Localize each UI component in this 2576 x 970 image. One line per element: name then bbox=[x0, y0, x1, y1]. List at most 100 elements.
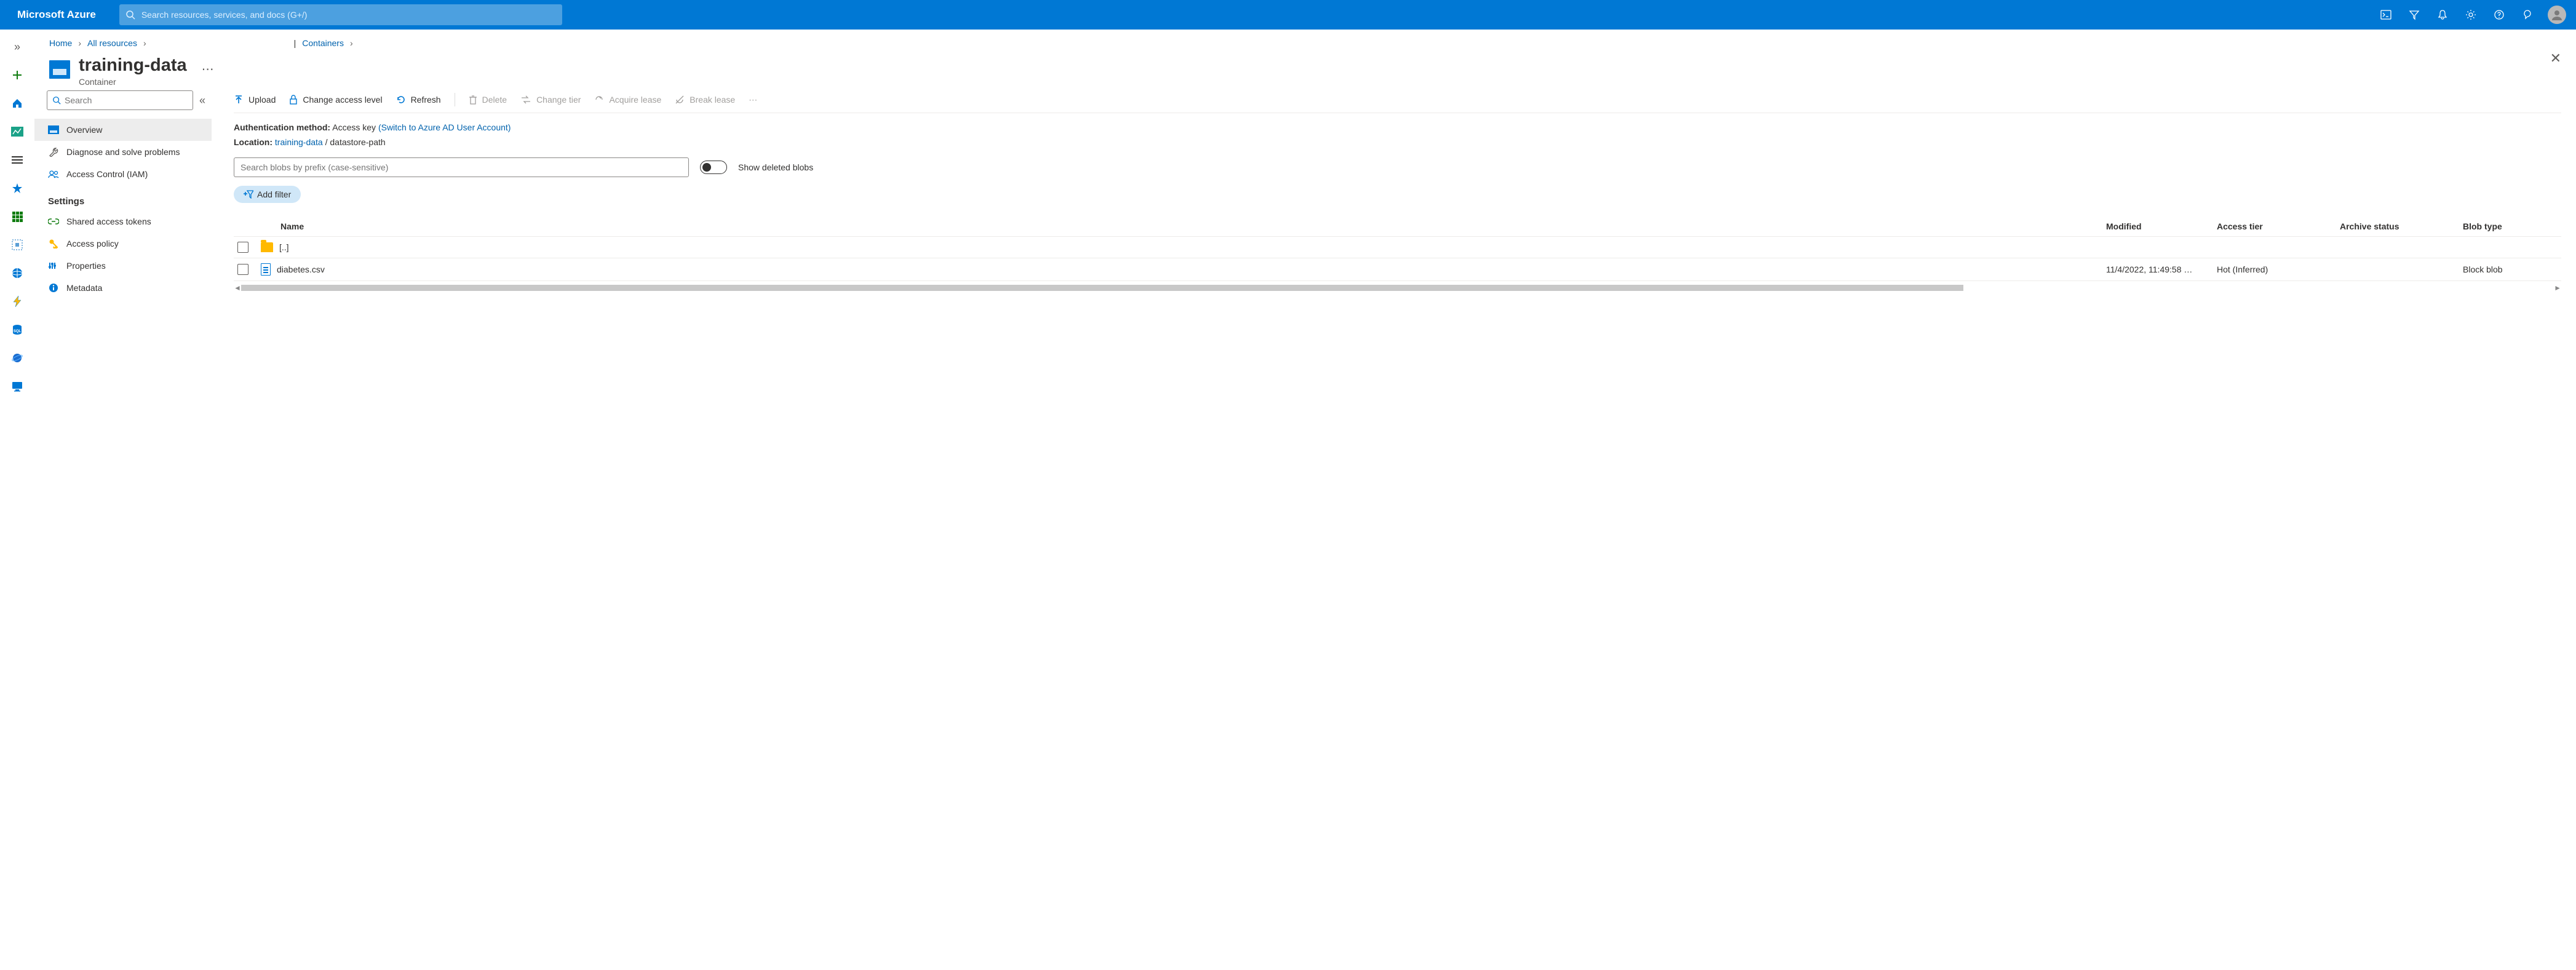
blob-search[interactable] bbox=[234, 157, 689, 177]
create-resource-icon[interactable] bbox=[7, 65, 27, 85]
sql-databases-icon[interactable]: SQL bbox=[7, 320, 27, 340]
link-icon bbox=[48, 216, 59, 227]
container-icon bbox=[49, 60, 70, 79]
global-search-input[interactable] bbox=[141, 10, 556, 20]
more-actions[interactable]: ⋯ bbox=[202, 62, 215, 77]
refresh-icon bbox=[396, 95, 406, 105]
global-search-wrap bbox=[119, 4, 562, 25]
home-icon[interactable] bbox=[7, 93, 27, 113]
filter-icon[interactable] bbox=[2400, 0, 2428, 30]
show-deleted-toggle[interactable] bbox=[700, 161, 727, 174]
auth-method-value: Access key bbox=[332, 122, 376, 132]
lock-icon bbox=[289, 95, 298, 105]
breadcrumb-home[interactable]: Home bbox=[49, 38, 72, 48]
virtual-machines-icon[interactable] bbox=[7, 376, 27, 396]
col-blob-type[interactable]: Blob type bbox=[2463, 221, 2561, 231]
collapse-sidebar[interactable]: « bbox=[193, 94, 212, 107]
sidebar-item-label: Access Control (IAM) bbox=[66, 169, 148, 179]
global-search[interactable] bbox=[119, 4, 562, 25]
sidebar-search[interactable] bbox=[47, 90, 193, 110]
tier-icon bbox=[520, 95, 531, 104]
sidebar-item-label: Overview bbox=[66, 125, 102, 135]
sidebar-item-diagnose[interactable]: Diagnose and solve problems bbox=[34, 141, 212, 163]
function-apps-icon[interactable] bbox=[7, 292, 27, 311]
info-icon bbox=[48, 282, 59, 293]
switch-auth-link[interactable]: (Switch to Azure AD User Account) bbox=[378, 122, 511, 132]
brand[interactable]: Microsoft Azure bbox=[6, 9, 107, 21]
scroll-thumb[interactable] bbox=[241, 285, 1963, 291]
row-modified: 11/4/2022, 11:49:58 … bbox=[2106, 264, 2217, 274]
row-checkbox[interactable] bbox=[237, 264, 248, 275]
change-access-button[interactable]: Change access level bbox=[289, 95, 382, 105]
blob-search-input[interactable] bbox=[241, 158, 682, 177]
breadcrumb-containers[interactable]: Containers bbox=[302, 38, 344, 48]
command-bar: Upload Change access level Refresh Delet… bbox=[234, 90, 2561, 113]
horizontal-scrollbar[interactable]: ◄ ► bbox=[234, 285, 2561, 291]
row-checkbox[interactable] bbox=[237, 242, 248, 253]
favorites-icon[interactable] bbox=[7, 178, 27, 198]
avatar[interactable] bbox=[2548, 6, 2566, 24]
sidebar-search-input[interactable] bbox=[65, 95, 188, 105]
expand-rail[interactable]: » bbox=[7, 37, 27, 57]
more-toolbar[interactable]: ⋯ bbox=[749, 95, 758, 105]
acquire-lease-button: Acquire lease bbox=[594, 95, 661, 105]
upload-button[interactable]: Upload bbox=[234, 95, 276, 105]
breadcrumb-all-resources[interactable]: All resources bbox=[87, 38, 137, 48]
row-access-tier: Hot (Inferred) bbox=[2217, 264, 2340, 274]
user-icon bbox=[2550, 8, 2564, 22]
break-lease-label: Break lease bbox=[690, 95, 735, 105]
sidebar-item-label: Properties bbox=[66, 261, 106, 271]
key-icon bbox=[48, 238, 59, 249]
delete-label: Delete bbox=[482, 95, 507, 105]
content: Upload Change access level Refresh Delet… bbox=[219, 90, 2576, 970]
resource-groups-icon[interactable] bbox=[7, 235, 27, 255]
all-resources-icon[interactable] bbox=[7, 207, 27, 226]
row-name[interactable]: diabetes.csv bbox=[277, 264, 325, 274]
refresh-button[interactable]: Refresh bbox=[396, 95, 441, 105]
sidebar-item-shared-tokens[interactable]: Shared access tokens bbox=[34, 210, 212, 233]
change-tier-label: Change tier bbox=[536, 95, 581, 105]
filter-plus-icon bbox=[244, 190, 253, 199]
settings-icon[interactable] bbox=[2457, 0, 2485, 30]
wrench-icon bbox=[48, 146, 59, 157]
upload-icon bbox=[234, 95, 244, 105]
col-modified[interactable]: Modified bbox=[2106, 221, 2217, 231]
col-archive-status[interactable]: Archive status bbox=[2340, 221, 2463, 231]
search-icon bbox=[52, 96, 61, 105]
close-blade[interactable]: ✕ bbox=[2550, 50, 2561, 66]
delete-button: Delete bbox=[469, 95, 507, 105]
col-name[interactable]: Name bbox=[258, 221, 2106, 231]
chevron-right-icon: › bbox=[78, 38, 81, 48]
cloud-shell-icon[interactable] bbox=[2372, 0, 2400, 30]
location-path: datastore-path bbox=[330, 137, 385, 147]
all-services-icon[interactable] bbox=[7, 150, 27, 170]
scroll-right-icon[interactable]: ► bbox=[2554, 284, 2561, 292]
refresh-label: Refresh bbox=[411, 95, 441, 105]
cosmos-db-icon[interactable] bbox=[7, 348, 27, 368]
dashboard-icon[interactable] bbox=[7, 122, 27, 141]
blob-table: Name Modified Access tier Archive status… bbox=[234, 217, 2561, 291]
help-icon[interactable] bbox=[2485, 0, 2513, 30]
app-services-icon[interactable] bbox=[7, 263, 27, 283]
notifications-icon[interactable] bbox=[2428, 0, 2457, 30]
sidebar-item-overview[interactable]: Overview bbox=[34, 119, 212, 141]
blob-meta: Authentication method: Access key (Switc… bbox=[234, 113, 2561, 154]
sidebar-item-properties[interactable]: Properties bbox=[34, 255, 212, 277]
people-icon bbox=[48, 169, 59, 180]
add-filter-button[interactable]: Add filter bbox=[234, 186, 301, 203]
properties-icon bbox=[48, 260, 59, 271]
sidebar-item-iam[interactable]: Access Control (IAM) bbox=[34, 163, 212, 185]
row-name[interactable]: [..] bbox=[279, 242, 289, 252]
sidebar-item-access-policy[interactable]: Access policy bbox=[34, 233, 212, 255]
file-icon bbox=[261, 263, 271, 276]
col-access-tier[interactable]: Access tier bbox=[2217, 221, 2340, 231]
table-row[interactable]: [..] bbox=[234, 237, 2561, 258]
table-row[interactable]: diabetes.csv 11/4/2022, 11:49:58 … Hot (… bbox=[234, 258, 2561, 281]
chevron-right-icon: › bbox=[143, 38, 146, 48]
breadcrumb-pipe: | bbox=[294, 38, 296, 48]
breadcrumb: Home › All resources › | Containers › bbox=[34, 30, 2576, 48]
location-root-link[interactable]: training-data bbox=[275, 137, 323, 147]
sidebar-item-metadata[interactable]: Metadata bbox=[34, 277, 212, 299]
sidebar-item-label: Metadata bbox=[66, 283, 102, 293]
feedback-icon[interactable] bbox=[2513, 0, 2542, 30]
